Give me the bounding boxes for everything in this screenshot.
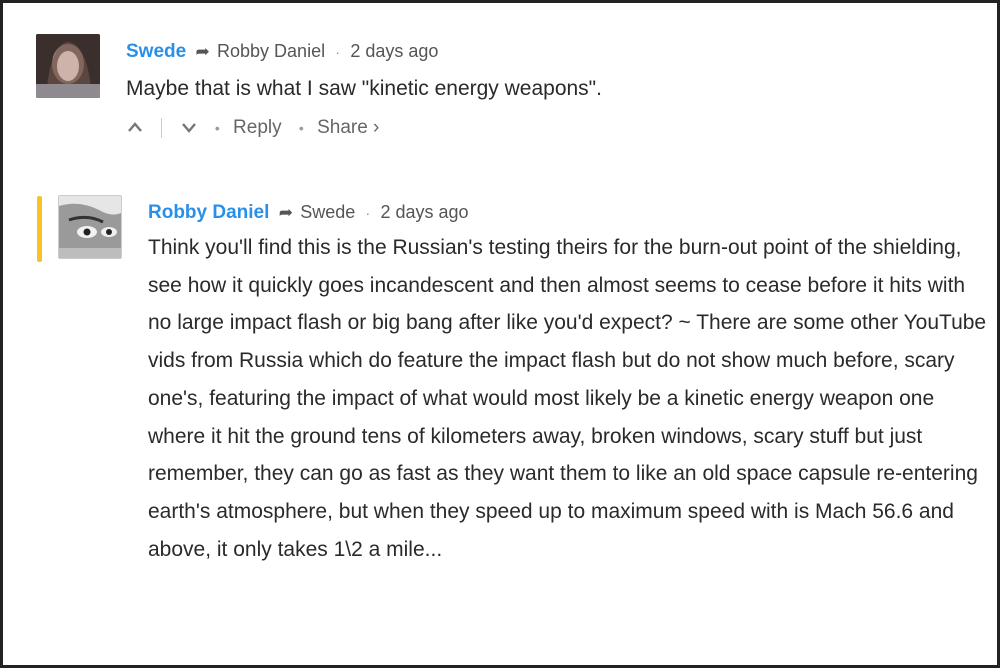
chevron-up-icon[interactable]: [126, 113, 144, 143]
reply-to-name[interactable]: Swede: [300, 202, 355, 222]
vote-divider: [161, 117, 163, 138]
separator-dot: •: [214, 119, 220, 136]
separator-dot: •: [298, 119, 304, 136]
comment-header: Swede ➦ Robby Daniel · 2 days ago: [126, 34, 966, 68]
author-name[interactable]: Robby Daniel: [148, 202, 269, 223]
separator-dot: ·: [365, 205, 371, 221]
comment-header: Robby Daniel ➦ Swede · 2 days ago: [148, 195, 988, 229]
avatar[interactable]: [36, 34, 100, 98]
new-comment-indicator: [37, 196, 42, 262]
comment-text: Think you'll find this is the Russian's …: [148, 236, 987, 561]
timestamp[interactable]: 2 days ago: [350, 41, 438, 61]
timestamp[interactable]: 2 days ago: [381, 202, 469, 222]
avatar[interactable]: [58, 195, 122, 259]
comment-text: Maybe that is what I saw "kinetic energy…: [126, 77, 602, 100]
reply-to-name[interactable]: Robby Daniel: [217, 41, 325, 61]
reply-button[interactable]: Reply: [233, 113, 282, 143]
chevron-down-icon[interactable]: [180, 113, 198, 143]
comment-actions: • Reply • Share ›: [126, 113, 966, 143]
separator-dot: ·: [335, 44, 341, 60]
reply-arrow-icon: ➦: [278, 203, 293, 222]
author-name[interactable]: Swede: [126, 41, 186, 62]
share-button[interactable]: Share ›: [317, 113, 379, 143]
comment-thread: Swede ➦ Robby Daniel · 2 days ago Maybe …: [0, 0, 1000, 668]
reply-arrow-icon: ➦: [195, 42, 210, 61]
